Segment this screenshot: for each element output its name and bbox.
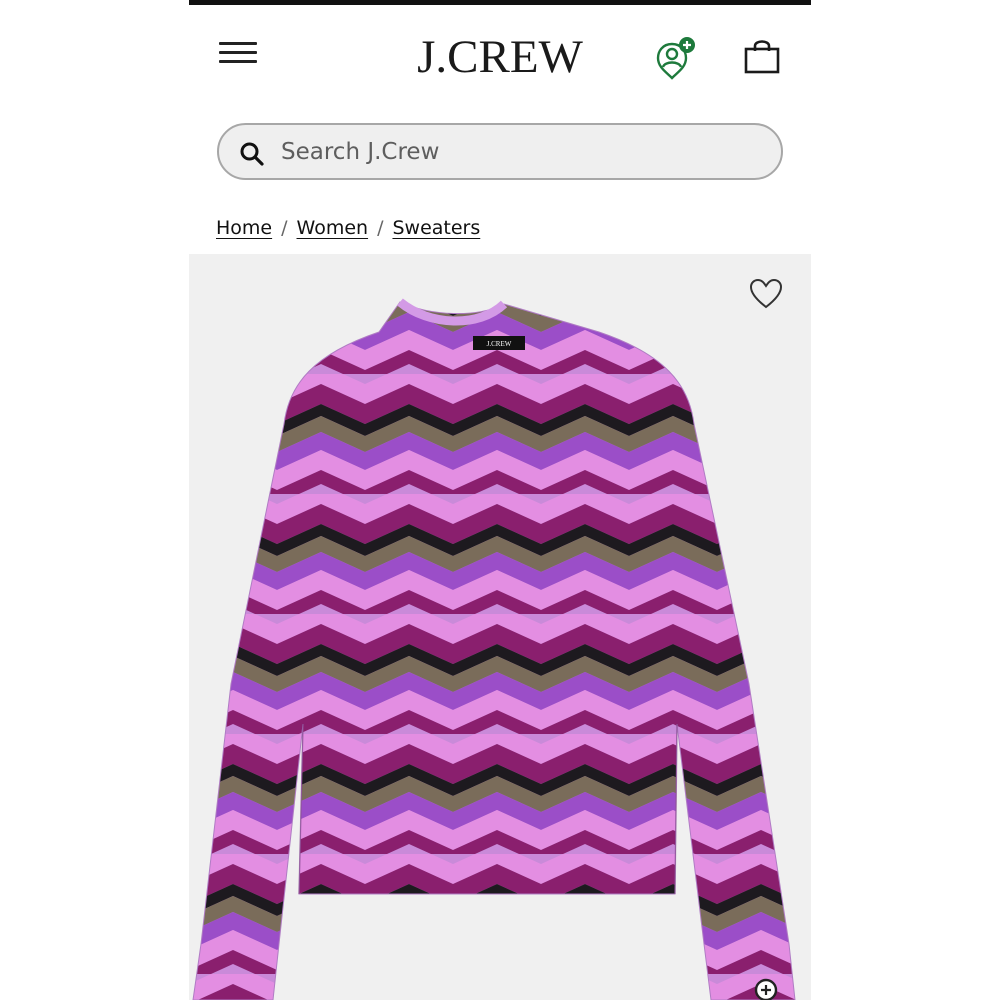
zoom-in-icon[interactable] (752, 976, 782, 1000)
breadcrumb-separator: / (377, 217, 384, 239)
breadcrumb-separator: / (281, 217, 288, 239)
breadcrumb-women-link[interactable]: Women (297, 217, 369, 239)
search-bar[interactable] (217, 123, 783, 180)
product-tag-label: J.CREW (487, 340, 512, 348)
search-icon (240, 142, 264, 166)
search-input[interactable] (281, 133, 761, 171)
account-plus-icon[interactable] (654, 34, 700, 80)
breadcrumb: Home / Women / Sweaters (216, 217, 480, 239)
brand-logo[interactable]: J.CREW (189, 30, 811, 84)
status-bar-strip (189, 0, 811, 5)
breadcrumb-home-link[interactable]: Home (216, 217, 272, 239)
sweater-image: J.CREW (192, 298, 796, 1000)
product-image-area[interactable]: J.CREW (189, 254, 811, 1000)
heart-icon[interactable] (749, 278, 783, 310)
app-screen: J.CREW Home / Women / Sweaters (189, 0, 811, 1000)
breadcrumb-sweaters-link[interactable]: Sweaters (392, 217, 480, 239)
shopping-bag-icon[interactable] (742, 37, 782, 75)
